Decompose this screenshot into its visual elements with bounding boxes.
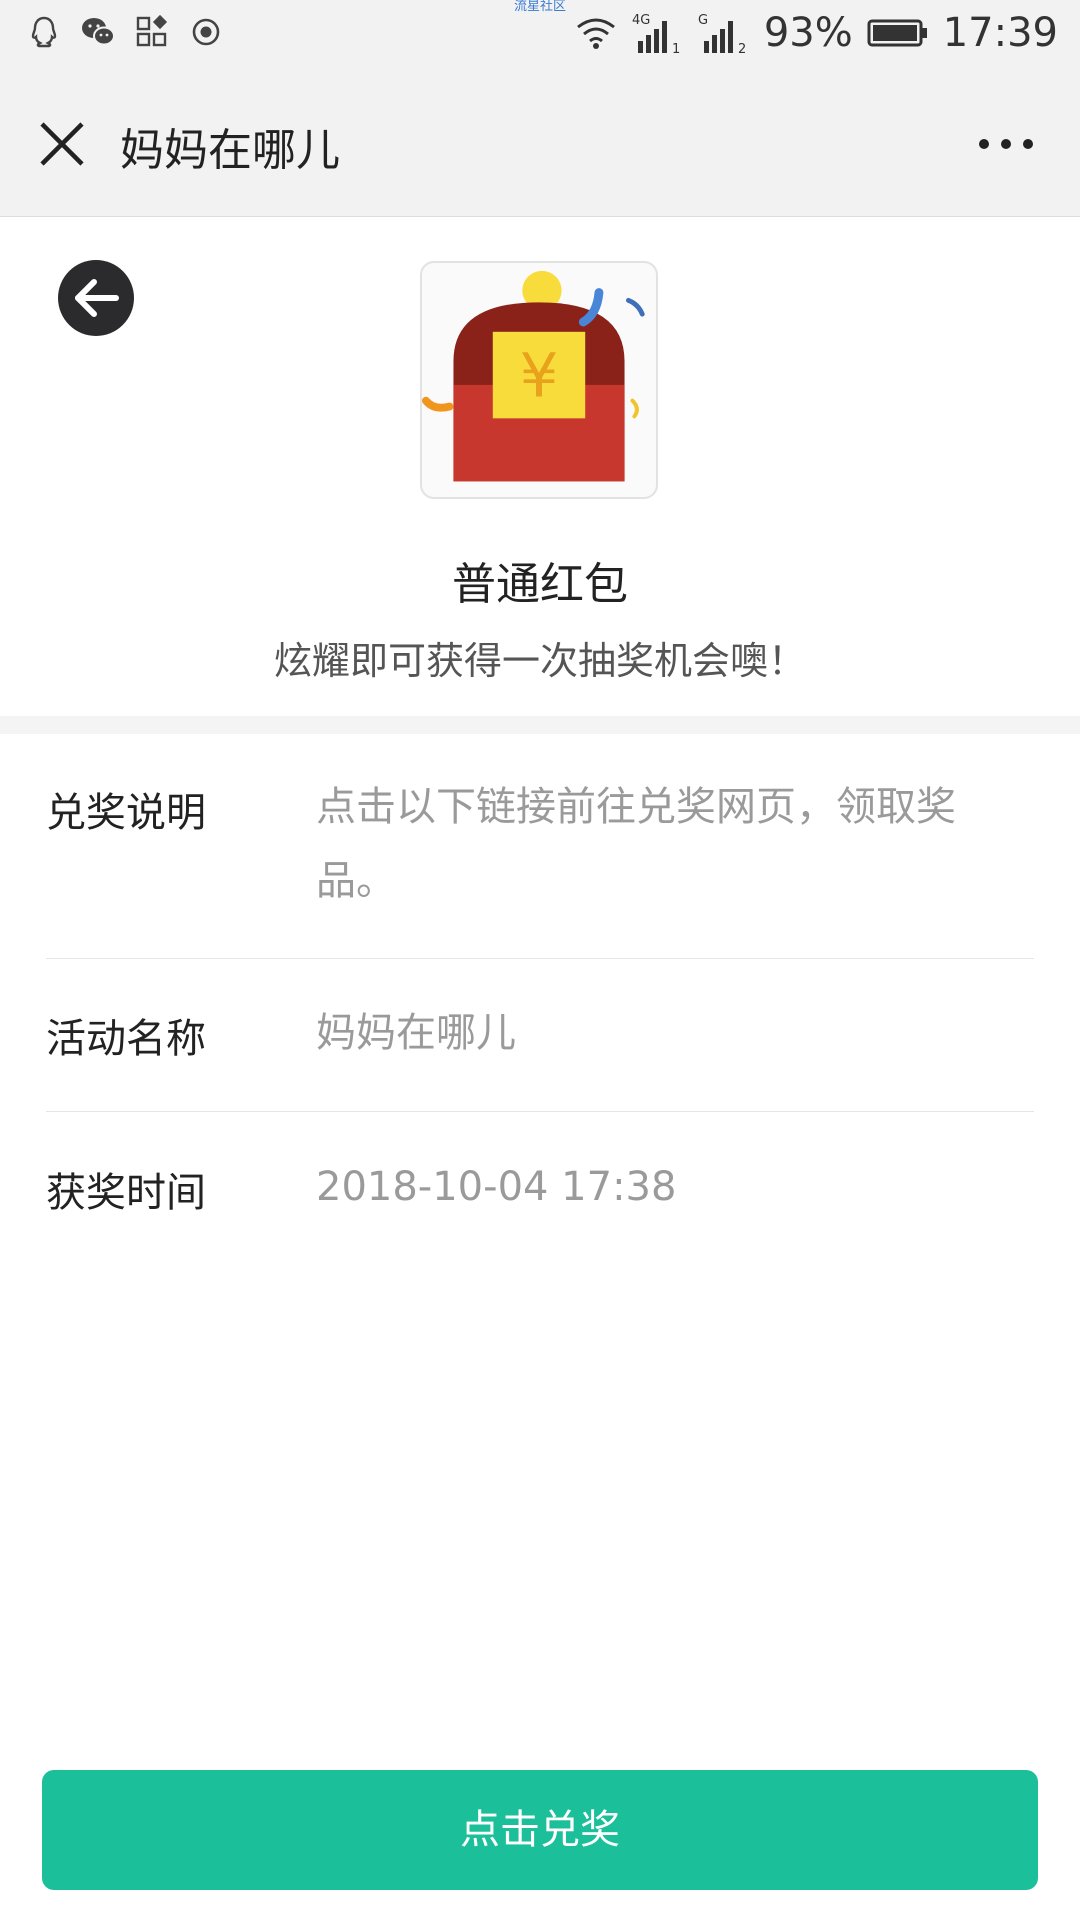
card-title: 普通红包	[452, 559, 628, 610]
signal-4g-icon: 4G 1	[632, 13, 680, 55]
wechat-icon	[82, 18, 115, 46]
page-title: 妈妈在哪儿	[120, 125, 340, 176]
notification-icons	[26, 14, 224, 50]
system-status: 4G 1 G 2 93% 17:39	[574, 10, 1058, 56]
award-time-label: 获奖时间	[46, 1170, 206, 1216]
network-4g-label: 4G	[632, 13, 650, 28]
battery-icon	[867, 19, 927, 47]
currency-symbol: ¥	[520, 341, 559, 412]
red-envelope-icon: ¥	[422, 270, 645, 482]
close-button[interactable]	[34, 116, 90, 172]
redeem-info-value: 点击以下链接前往兑奖网页，领取奖品。	[316, 784, 956, 904]
award-time-value: 2018-10-04 17:38	[316, 1164, 677, 1210]
sim2-label: 2	[738, 42, 746, 55]
redeem-info-label: 兑奖说明	[46, 790, 206, 836]
battery-percent: 93%	[763, 10, 853, 56]
activity-name-value: 妈妈在哪儿	[316, 1010, 516, 1056]
section-divider	[0, 716, 1080, 734]
signal-g-icon: G 2	[698, 13, 746, 55]
row-divider	[46, 958, 1034, 959]
close-icon	[40, 122, 84, 166]
title-bar: 妈妈在哪儿	[0, 72, 1080, 217]
back-button[interactable]	[58, 260, 134, 336]
redeem-button[interactable]: 点击兑奖	[42, 1770, 1038, 1890]
qq-icon	[31, 16, 57, 48]
arrow-left-icon	[75, 279, 119, 317]
card-subtitle: 炫耀即可获得一次抽奖机会噢！	[273, 639, 806, 683]
activity-name-label: 活动名称	[46, 1016, 206, 1062]
clock: 17:39	[942, 10, 1058, 56]
more-menu-button[interactable]	[976, 132, 1036, 156]
row-divider	[46, 1111, 1034, 1112]
sim1-label: 1	[672, 42, 680, 55]
status-bar: 流星社区 4G 1 G 2 93% 17:39	[0, 0, 1080, 72]
more-icon	[979, 139, 1033, 149]
network-g-label: G	[698, 13, 708, 28]
red-envelope-image: ¥	[420, 261, 658, 499]
apps-icon	[136, 14, 168, 47]
wifi-icon	[576, 18, 615, 49]
record-icon	[192, 18, 220, 46]
